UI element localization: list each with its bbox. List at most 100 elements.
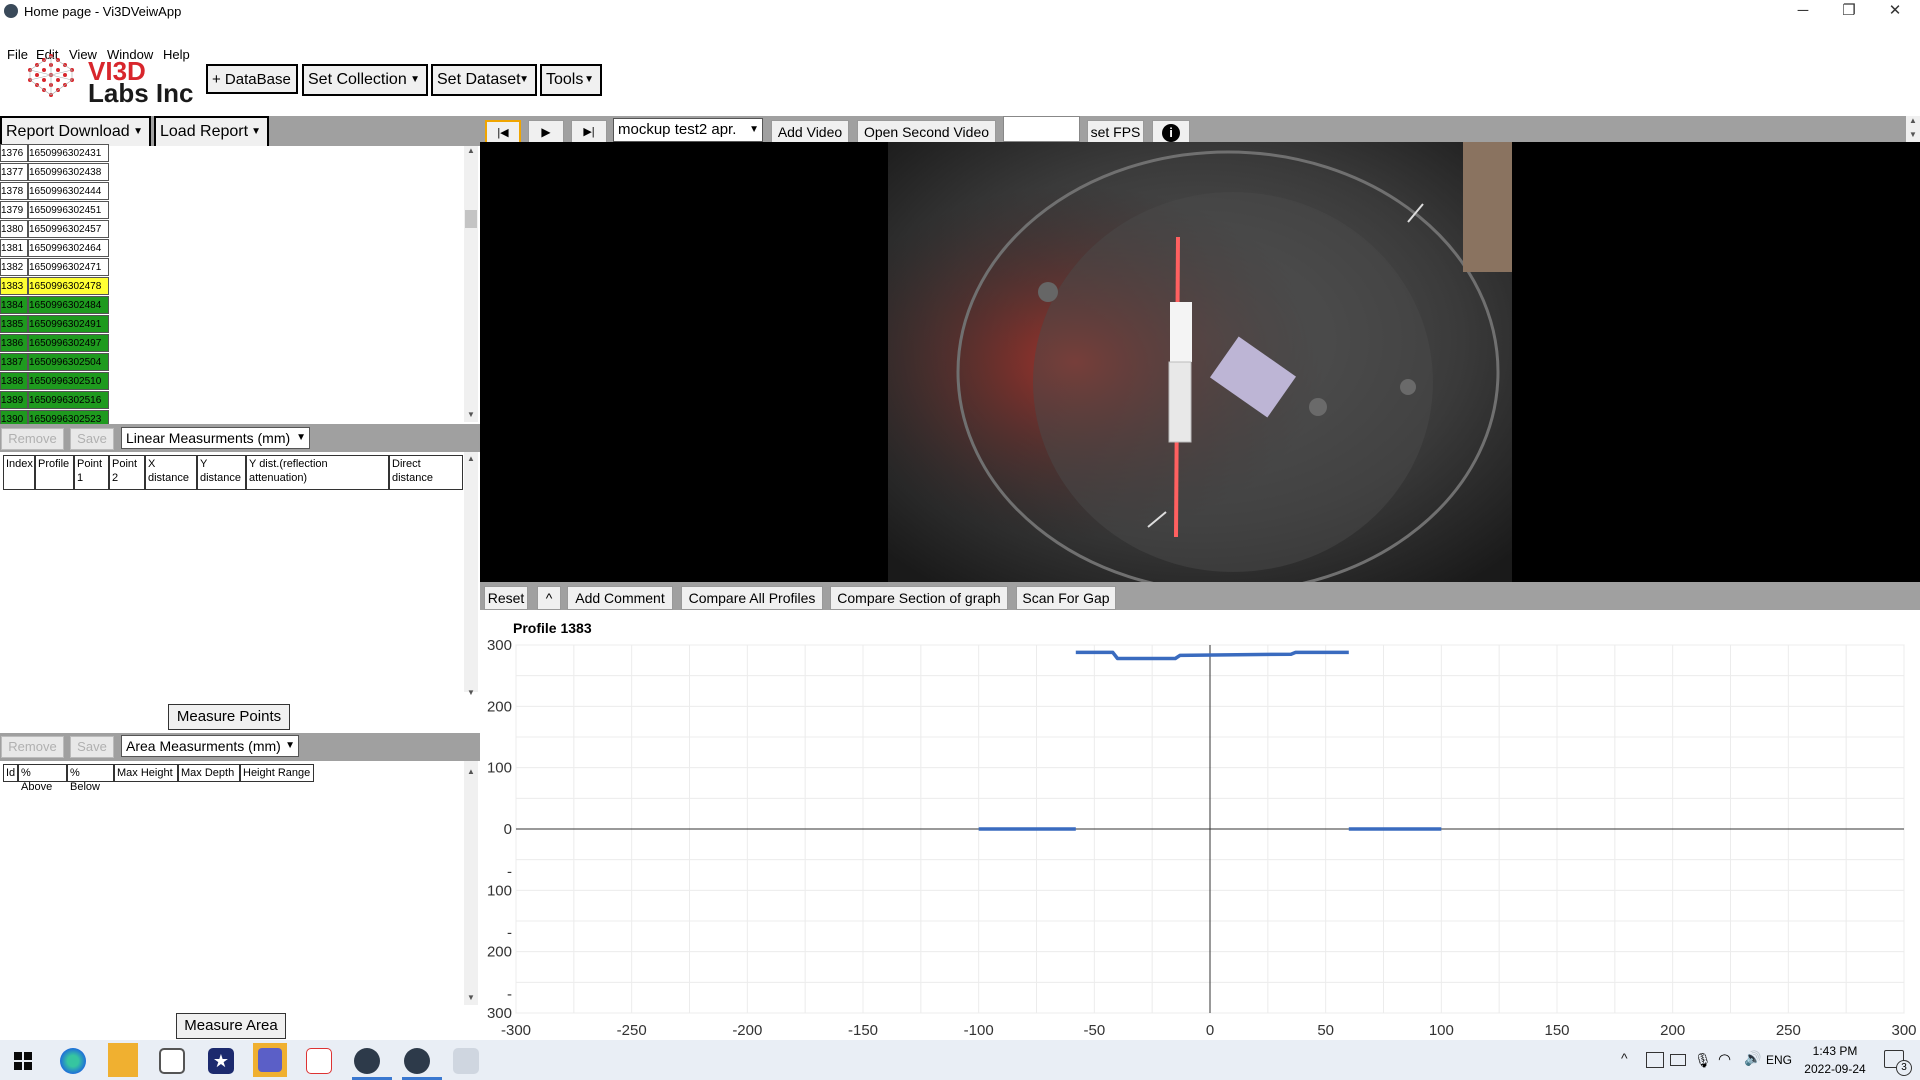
area-measure-select[interactable]: Area Measurments (mm) ▼ xyxy=(121,735,299,757)
wifi-icon[interactable]: ◠ xyxy=(1718,1050,1731,1068)
electron-app-icon[interactable] xyxy=(354,1048,380,1074)
play-button[interactable]: ▶ xyxy=(528,120,564,144)
frame-index-cell[interactable]: 1387 xyxy=(0,353,28,371)
frame-index-cell[interactable]: 1388 xyxy=(0,372,28,390)
tray-app-icon[interactable] xyxy=(1646,1052,1664,1068)
chevron-down-icon: ▼ xyxy=(296,432,306,443)
frame-timestamp-cell[interactable]: 1650996302471 xyxy=(28,258,109,276)
tools-dropdown[interactable]: Tools ▼ xyxy=(540,64,602,96)
file-explorer-icon[interactable] xyxy=(108,1043,138,1077)
clock-time[interactable]: 1:43 PM xyxy=(1805,1044,1865,1058)
reset-button[interactable]: Reset xyxy=(484,586,528,610)
minimize-button[interactable]: ─ xyxy=(1780,0,1826,22)
measure-area-button[interactable]: Measure Area xyxy=(176,1013,286,1039)
measure-points-button[interactable]: Measure Points xyxy=(168,704,290,730)
profile-chart[interactable]: Profile 1383 -300 -250 -200 -150 -100 -50 0 50 1… xyxy=(480,610,1920,1040)
frame-list-scrollbar[interactable]: ▲ ▼ xyxy=(464,146,478,422)
scroll-up-icon[interactable]: ▲ xyxy=(467,146,475,155)
pdf-reader-icon[interactable] xyxy=(159,1048,185,1074)
scroll-up-icon[interactable]: ▲ xyxy=(467,454,475,463)
scroll-up-icon[interactable]: ▲ xyxy=(1909,116,1917,125)
frame-list[interactable]: 1376 1650996302431 1377 1650996302438 1378 16… xyxy=(0,144,480,428)
frame-index-cell[interactable]: 1376 xyxy=(0,144,28,162)
scroll-down-icon[interactable]: ▼ xyxy=(467,993,475,1002)
frame-timestamp-cell[interactable]: 1650996302444 xyxy=(28,182,109,200)
compare-all-profiles-button[interactable]: Compare All Profiles xyxy=(681,586,823,610)
compare-section-button[interactable]: Compare Section of graph xyxy=(830,586,1008,610)
star-app-icon[interactable]: ★ xyxy=(208,1048,234,1074)
frame-index-cell[interactable]: 1377 xyxy=(0,163,28,181)
teams-icon[interactable] xyxy=(253,1043,287,1077)
chart-plot[interactable]: -300 -250 -200 -150 -100 -50 0 50 100 150 200 250 30… xyxy=(480,610,1920,1040)
frame-index-cell[interactable]: 1385 xyxy=(0,315,28,333)
frame-timestamp-cell[interactable]: 1650996302516 xyxy=(28,391,109,409)
info-button[interactable]: i xyxy=(1152,120,1190,144)
paint-app-icon[interactable] xyxy=(453,1048,479,1074)
linear-remove-button[interactable]: Remove xyxy=(1,428,64,450)
menu-help[interactable]: Help xyxy=(163,47,190,62)
linear-table-scrollbar[interactable]: ▲ ▼ xyxy=(464,452,478,697)
frame-index-cell[interactable]: 1382 xyxy=(0,258,28,276)
vi3d-app-icon[interactable] xyxy=(306,1048,332,1074)
add-comment-button[interactable]: Add Comment xyxy=(567,586,673,610)
scan-for-gap-button[interactable]: Scan For Gap xyxy=(1016,586,1116,610)
frame-timestamp-cell[interactable]: 1650996302491 xyxy=(28,315,109,333)
frame-timestamp-cell[interactable]: 1650996302438 xyxy=(28,163,109,181)
frame-index-cell[interactable]: 1386 xyxy=(0,334,28,352)
frame-timestamp-cell[interactable]: 1650996302510 xyxy=(28,372,109,390)
fps-input[interactable] xyxy=(1003,116,1080,142)
frame-timestamp-cell[interactable]: 1650996302464 xyxy=(28,239,109,257)
frame-timestamp-cell[interactable]: 1650996302497 xyxy=(28,334,109,352)
add-video-button[interactable]: Add Video xyxy=(771,120,849,144)
linear-save-button[interactable]: Save xyxy=(70,428,114,450)
scroll-down-icon[interactable]: ▼ xyxy=(467,688,475,697)
frame-index-cell[interactable]: 1380 xyxy=(0,220,28,238)
tray-chevron-icon[interactable]: ^ xyxy=(1621,1050,1628,1066)
volume-icon[interactable]: 🔊 xyxy=(1744,1050,1761,1067)
microphone-icon[interactable]: 🎙 xyxy=(1694,1052,1712,1069)
set-dataset-dropdown[interactable]: Set Dataset ▼ xyxy=(431,64,537,96)
frame-index-cell[interactable]: 1379 xyxy=(0,201,28,219)
windows-start-icon[interactable] xyxy=(14,1052,32,1070)
linear-measure-select[interactable]: Linear Measurments (mm) ▼ xyxy=(121,427,310,449)
frame-index-cell[interactable]: 1389 xyxy=(0,391,28,409)
y-tick-label: 100 xyxy=(487,760,512,777)
scroll-thumb[interactable] xyxy=(465,210,477,228)
open-second-video-button[interactable]: Open Second Video xyxy=(857,120,996,144)
load-report-dropdown[interactable]: Load Report ▼ xyxy=(154,116,269,148)
electron-app-2-icon[interactable] xyxy=(404,1048,430,1074)
last-frame-button[interactable]: ▶| xyxy=(571,120,607,144)
area-table-scrollbar[interactable]: ▲ ▼ xyxy=(464,761,478,1005)
frame-timestamp-cell[interactable]: 1650996302478 xyxy=(28,277,109,295)
video-toolbar-scrollbar[interactable]: ▲ ▼ xyxy=(1906,116,1920,142)
frame-timestamp-cell[interactable]: 1650996302451 xyxy=(28,201,109,219)
chevron-down-icon: ▼ xyxy=(749,124,759,135)
scroll-down-icon[interactable]: ▼ xyxy=(1909,130,1917,139)
maximize-button[interactable]: ❐ xyxy=(1826,0,1872,22)
language-indicator[interactable]: ENG xyxy=(1766,1053,1792,1067)
chevron-down-icon: ▼ xyxy=(285,740,295,751)
frame-timestamp-cell[interactable]: 1650996302504 xyxy=(28,353,109,371)
set-fps-button[interactable]: set FPS xyxy=(1087,120,1144,144)
collapse-button[interactable]: ^ xyxy=(537,586,561,610)
first-frame-button[interactable]: |◀ xyxy=(485,120,521,144)
set-collection-dropdown[interactable]: Set Collection ▼ xyxy=(302,64,428,96)
frame-timestamp-cell[interactable]: 1650996302484 xyxy=(28,296,109,314)
frame-timestamp-cell[interactable]: 1650996302431 xyxy=(28,144,109,162)
frame-index-cell[interactable]: 1383 xyxy=(0,277,28,295)
video-select[interactable]: mockup test2 apr. ▼ xyxy=(613,118,763,142)
clock-date[interactable]: 2022-09-24 xyxy=(1799,1062,1871,1076)
frame-index-cell[interactable]: 1378 xyxy=(0,182,28,200)
video-view[interactable] xyxy=(480,142,1920,582)
edge-browser-icon[interactable] xyxy=(60,1048,86,1074)
close-button[interactable]: ✕ xyxy=(1872,0,1918,22)
battery-icon[interactable] xyxy=(1670,1054,1686,1066)
frame-timestamp-cell[interactable]: 1650996302457 xyxy=(28,220,109,238)
frame-index-cell[interactable]: 1381 xyxy=(0,239,28,257)
scroll-up-icon[interactable]: ▲ xyxy=(467,767,475,776)
frame-index-cell[interactable]: 1384 xyxy=(0,296,28,314)
scroll-down-icon[interactable]: ▼ xyxy=(467,410,475,419)
area-save-button[interactable]: Save xyxy=(70,736,114,758)
database-button[interactable]: + DataBase xyxy=(206,64,298,94)
area-remove-button[interactable]: Remove xyxy=(1,736,64,758)
